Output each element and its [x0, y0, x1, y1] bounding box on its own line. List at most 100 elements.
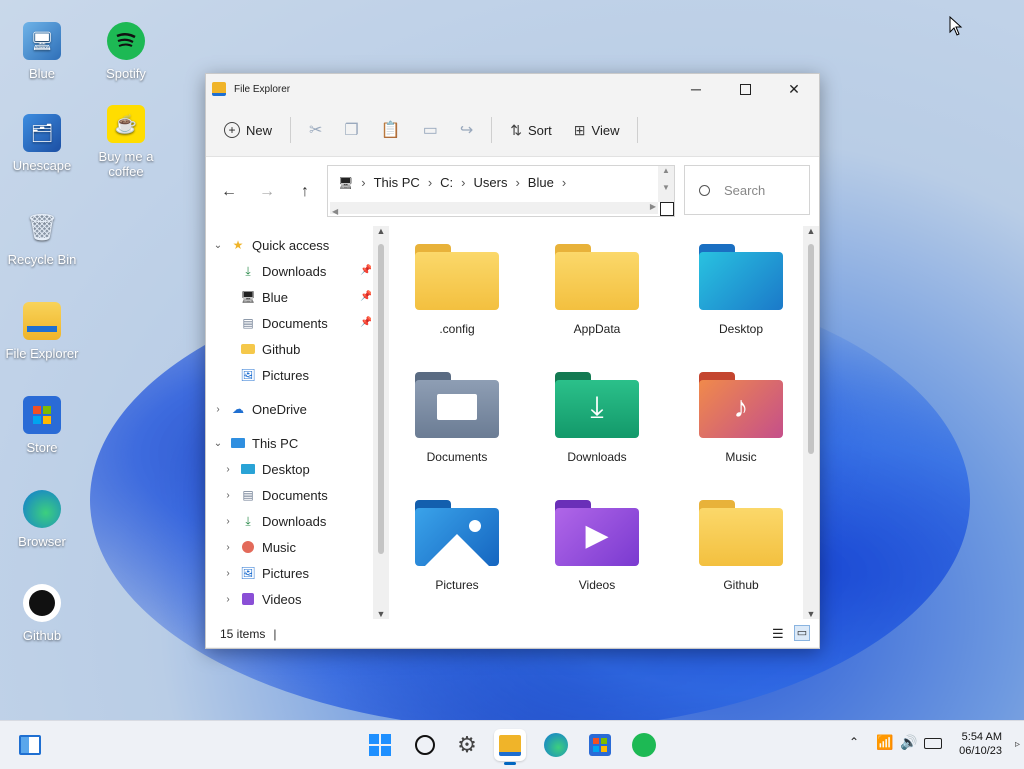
file-explorer-taskbar-button[interactable] — [494, 729, 526, 765]
search-input[interactable]: Search — [684, 165, 810, 215]
breadcrumb-c-drive[interactable]: C: — [440, 175, 453, 190]
back-arrow-icon[interactable]: ← — [210, 183, 248, 201]
edge-icon — [23, 490, 61, 528]
sort-button[interactable]: ⇅ Sort — [510, 122, 552, 139]
dropdown-box[interactable] — [660, 202, 674, 216]
show-desktop-icon[interactable]: ▹ — [1015, 739, 1020, 750]
minimize-button[interactable]: ─ — [672, 74, 720, 104]
folder-label: Documents — [426, 450, 488, 464]
folder-item-music[interactable]: ♪ Music — [676, 372, 806, 464]
address-bar[interactable]: 🖥 › This PC › C: › Users › Blue › ▲ ▼ ◀ … — [327, 165, 675, 217]
folder-item-videos[interactable]: ▶ Videos — [532, 500, 662, 592]
breadcrumb-users[interactable]: Users — [474, 175, 508, 190]
nav-quick-github[interactable]: Github — [234, 336, 300, 362]
folder-item-appdata[interactable]: AppData — [532, 244, 662, 336]
nav-label: Pictures — [262, 367, 309, 383]
chevron-right-icon: › — [226, 593, 230, 605]
picture-icon: 🖼 — [240, 566, 256, 580]
store-icon — [23, 396, 61, 434]
store-taskbar-button[interactable] — [584, 729, 616, 761]
videos-folder-icon: ▶ — [555, 500, 639, 566]
desktop-icon-buy-me-a-coffee[interactable]: ☕ Buy me a coffee — [84, 105, 168, 179]
active-indicator — [504, 762, 516, 765]
folder-item-pictures[interactable]: Pictures — [392, 500, 522, 592]
details-view-icon[interactable]: ☰ — [772, 626, 784, 642]
forward-arrow-icon[interactable]: → — [248, 183, 286, 201]
desktop-icon-store[interactable]: Store — [0, 396, 84, 455]
desktop-icon-label: Spotify — [106, 66, 146, 81]
nav-pc-videos[interactable]: › Videos — [222, 586, 301, 612]
nav-quick-access[interactable]: ⌄ ★ Quick access — [212, 232, 330, 258]
status-bar: 15 items | ☰ ▭ — [206, 621, 819, 647]
scroll-down-icon[interactable]: ▼ — [373, 609, 389, 619]
breadcrumb-this-pc[interactable]: This PC — [374, 175, 420, 190]
desktop-icon-blue[interactable]: 🖥 Blue — [0, 22, 84, 81]
settings-button[interactable]: ⚙ — [451, 729, 483, 761]
up-arrow-icon[interactable]: ↑ — [286, 183, 324, 201]
folder-item-desktop[interactable]: Desktop — [676, 244, 806, 336]
tiles-view-icon[interactable]: ▭ — [794, 625, 810, 641]
battery-icon[interactable] — [924, 738, 942, 749]
desktop-icon-recycle-bin[interactable]: 🗑 Recycle Bin — [0, 208, 84, 268]
folder-label: Videos — [578, 578, 616, 592]
desktop-icon-file-explorer[interactable]: File Explorer — [0, 302, 84, 361]
address-horizontal-scrollbar[interactable]: ◀ ▶ — [330, 202, 658, 216]
nav-label: Desktop — [262, 461, 310, 477]
nav-label: OneDrive — [252, 401, 307, 417]
nav-quick-documents[interactable]: ▤ Documents — [234, 310, 327, 336]
folder-item-config[interactable]: .config — [392, 244, 522, 336]
browser-taskbar-button[interactable] — [540, 729, 572, 761]
desktop-icon-label: Github — [22, 628, 62, 643]
nav-pc-downloads[interactable]: › ⤓ Downloads — [222, 508, 326, 534]
nav-quick-blue[interactable]: 🖥 Blue — [234, 284, 288, 310]
search-button[interactable] — [409, 729, 441, 761]
maximize-button[interactable] — [721, 74, 769, 104]
chevron-up-icon[interactable]: ⌃ — [849, 735, 859, 749]
nav-this-pc[interactable]: ⌄ This PC — [212, 430, 298, 456]
nav-onedrive[interactable]: › ☁ OneDrive — [212, 396, 307, 422]
folder-item-documents[interactable]: Documents — [392, 372, 522, 464]
document-icon: ▤ — [242, 316, 254, 330]
widgets-button[interactable] — [14, 729, 46, 761]
view-button[interactable]: ⊞ View — [574, 122, 620, 139]
share-icon[interactable]: ↪ — [460, 120, 473, 140]
nav-quick-pictures[interactable]: 🖼 Pictures — [234, 362, 309, 388]
scroll-down-icon[interactable]: ▼ — [803, 609, 819, 619]
user-pc-icon: 🖥 — [240, 290, 256, 304]
volume-icon[interactable]: 🔊 — [900, 734, 917, 751]
desktop-icon-unescape[interactable]: 🗂 Unescape — [0, 114, 84, 173]
nav-quick-downloads[interactable]: ⤓ Downloads — [234, 258, 326, 284]
nav-pc-music[interactable]: › Music — [222, 534, 296, 560]
rename-icon[interactable]: ▭ — [423, 120, 438, 140]
scroll-up-icon[interactable]: ▲ — [373, 226, 389, 236]
nav-pc-documents[interactable]: › ▤ Documents — [222, 482, 327, 508]
music-folder-icon: ♪ — [699, 372, 783, 438]
address-scrollbar[interactable]: ▲ ▼ — [658, 166, 674, 202]
folder-item-github[interactable]: Github — [676, 500, 806, 592]
cut-icon[interactable]: ✂ — [309, 120, 322, 140]
system-clock[interactable]: 5:54 AM 06/10/23 — [959, 730, 1002, 758]
close-button[interactable]: ✕ — [770, 74, 818, 104]
scroll-thumb[interactable] — [378, 244, 384, 554]
spotify-taskbar-button[interactable] — [628, 729, 660, 761]
view-button-label: View — [591, 122, 620, 138]
desktop-icon-browser[interactable]: Browser — [0, 490, 84, 549]
folder-label: Music — [725, 450, 757, 464]
folder-item-downloads[interactable]: ⤓ Downloads — [532, 372, 662, 464]
paste-icon[interactable]: 📋 — [381, 120, 401, 140]
nav-pc-pictures[interactable]: › 🖼 Pictures — [222, 560, 309, 586]
scroll-thumb[interactable] — [808, 244, 814, 454]
breadcrumb-blue[interactable]: Blue — [528, 175, 554, 190]
nav-pc-desktop[interactable]: › Desktop — [222, 456, 310, 482]
content-scrollbar[interactable]: ▲ ▼ — [803, 226, 819, 619]
desktop-folder-icon — [240, 462, 256, 476]
copy-icon[interactable]: ❐ — [344, 120, 358, 140]
desktop-icon-github[interactable]: Github — [0, 584, 84, 643]
new-button[interactable]: + New — [224, 122, 272, 138]
wifi-icon[interactable]: 📶 — [876, 734, 893, 751]
nav-scrollbar[interactable]: ▲ ▼ — [373, 226, 389, 619]
desktop-icon-spotify[interactable]: Spotify — [84, 22, 168, 81]
start-button[interactable] — [364, 729, 396, 761]
windows-logo-icon — [369, 734, 391, 756]
scroll-up-icon[interactable]: ▲ — [803, 226, 819, 236]
